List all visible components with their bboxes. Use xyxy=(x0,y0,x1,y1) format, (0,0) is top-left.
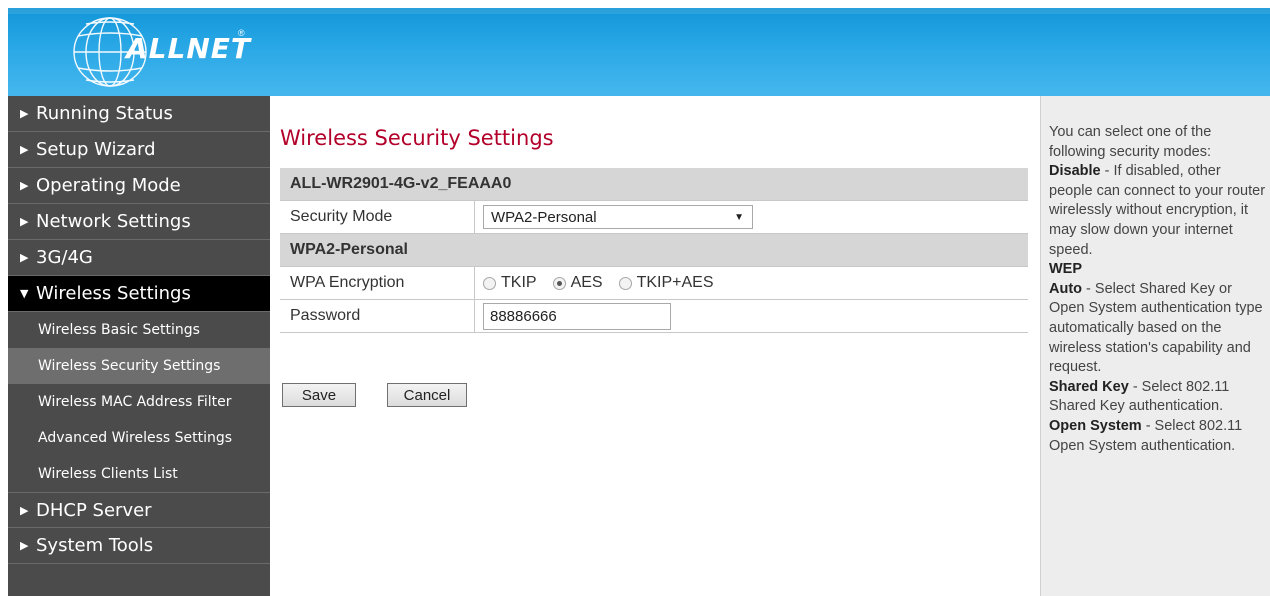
sidebar-item-label: Running Status xyxy=(36,103,173,124)
main-content: Wireless Security Settings ALL-WR2901-4G… xyxy=(270,96,1040,596)
password-row: Password 88886666 xyxy=(280,300,1028,333)
radio-label: AES xyxy=(570,274,603,291)
sidebar-item-label: System Tools xyxy=(36,535,154,556)
sidebar-item-running-status[interactable]: ▶ Running Status xyxy=(8,96,270,132)
caret-down-icon: ▼ xyxy=(20,287,29,300)
save-button[interactable]: Save xyxy=(282,383,356,407)
wpa-encryption-label: WPA Encryption xyxy=(280,267,475,299)
help-auto-text: - Select Shared Key or Open System authe… xyxy=(1049,280,1263,376)
security-mode-label: Security Mode xyxy=(280,201,475,233)
radio-tkip[interactable]: TKIP xyxy=(483,274,537,292)
wpa-encryption-cell: TKIP AES TKIP+AES xyxy=(475,267,726,299)
sidebar-item-network-settings[interactable]: ▶ Network Settings xyxy=(8,204,270,240)
wpa-encryption-row: WPA Encryption TKIP AES TKIP+AES xyxy=(280,267,1028,300)
radio-label: TKIP+AES xyxy=(636,274,714,291)
help-auto-title: Auto xyxy=(1049,280,1083,297)
security-form: ALL-WR2901-4G-v2_FEAAA0 Security Mode WP… xyxy=(280,168,1028,333)
caret-right-icon: ▶ xyxy=(20,179,29,192)
security-mode-value: WPA2-Personal xyxy=(491,208,597,226)
help-open: Open System - Select 802.11 Open System … xyxy=(1049,417,1266,456)
caret-right-icon: ▶ xyxy=(20,539,29,552)
sidebar-item-label: DHCP Server xyxy=(36,500,152,521)
help-disable: Disable - If disabled, other people can … xyxy=(1049,162,1266,260)
sidebar-item-label: Operating Mode xyxy=(36,175,181,196)
help-wep: WEP xyxy=(1049,260,1266,280)
allnet-logo: ALLNET ® xyxy=(64,12,264,92)
radio-tkip-aes[interactable]: TKIP+AES xyxy=(618,274,714,292)
sidebar-subitem-mac-filter[interactable]: Wireless MAC Address Filter xyxy=(8,384,270,420)
password-label: Password xyxy=(280,300,475,332)
sidebar-item-3g-4g[interactable]: ▶ 3G/4G xyxy=(8,240,270,276)
router-admin-page: ALLNET ® ▶ Running Status ▶ Setup Wizard ▶… xyxy=(0,0,1270,596)
help-open-title: Open System xyxy=(1049,417,1142,434)
help-shared-title: Shared Key xyxy=(1049,378,1129,395)
help-panel: You can select one of the following secu… xyxy=(1040,96,1270,596)
sidebar-item-wireless-settings[interactable]: ▼ Wireless Settings xyxy=(8,276,270,312)
help-shared: Shared Key - Select 802.11 Shared Key au… xyxy=(1049,378,1266,417)
password-cell: 88886666 xyxy=(475,300,671,332)
sidebar-subitem-wireless-basic[interactable]: Wireless Basic Settings xyxy=(8,312,270,348)
sidebar-item-operating-mode[interactable]: ▶ Operating Mode xyxy=(8,168,270,204)
sidebar-nav: ▶ Running Status ▶ Setup Wizard ▶ Operating… xyxy=(8,96,270,596)
sidebar-item-label: Setup Wizard xyxy=(36,139,156,160)
sidebar-subitem-clients-list[interactable]: Wireless Clients List xyxy=(8,456,270,492)
sidebar-item-label: Network Settings xyxy=(36,211,191,232)
help-intro: You can select one of the following secu… xyxy=(1049,124,1212,160)
caret-right-icon: ▶ xyxy=(20,504,29,517)
sidebar-item-dhcp-server[interactable]: ▶ DHCP Server xyxy=(8,492,270,528)
radio-button-icon xyxy=(483,276,496,290)
password-input[interactable]: 88886666 xyxy=(483,302,671,330)
radio-button-icon xyxy=(618,276,632,290)
sidebar-item-label: 3G/4G xyxy=(36,247,93,268)
caret-right-icon: ▶ xyxy=(20,215,29,228)
sidebar-subitem-wireless-security[interactable]: Wireless Security Settings xyxy=(8,348,270,384)
security-mode-row: Security Mode WPA2-Personal ▼ xyxy=(280,201,1028,234)
sidebar-item-system-tools[interactable]: ▶ System Tools xyxy=(8,528,270,564)
security-mode-select[interactable]: WPA2-Personal ▼ xyxy=(483,205,753,229)
help-wep-title: WEP xyxy=(1049,261,1083,278)
dropdown-arrow-icon: ▼ xyxy=(734,211,744,223)
help-auto: Auto - Select Shared Key or Open System … xyxy=(1049,280,1266,378)
registered-mark: ® xyxy=(238,28,245,38)
page-title: Wireless Security Settings xyxy=(280,126,554,150)
radio-button-selected-icon xyxy=(552,276,566,290)
caret-right-icon: ▶ xyxy=(20,107,29,120)
radio-aes[interactable]: AES xyxy=(552,274,603,292)
brand-name: ALLNET xyxy=(126,32,252,65)
caret-right-icon: ▶ xyxy=(20,143,29,156)
wpa2-section-header: WPA2-Personal xyxy=(280,234,1028,267)
sidebar-item-setup-wizard[interactable]: ▶ Setup Wizard xyxy=(8,132,270,168)
security-mode-cell: WPA2-Personal ▼ xyxy=(475,201,753,233)
help-disable-title: Disable xyxy=(1049,163,1101,180)
radio-label: TKIP xyxy=(501,274,537,291)
cancel-button[interactable]: Cancel xyxy=(387,383,467,407)
caret-right-icon: ▶ xyxy=(20,251,29,264)
header-banner: ALLNET ® xyxy=(8,8,1270,96)
sidebar-subitem-advanced-wireless[interactable]: Advanced Wireless Settings xyxy=(8,420,270,456)
ssid-header: ALL-WR2901-4G-v2_FEAAA0 xyxy=(280,168,1028,201)
encryption-radio-group: TKIP AES TKIP+AES xyxy=(483,274,726,292)
sidebar-item-label: Wireless Settings xyxy=(36,283,191,304)
